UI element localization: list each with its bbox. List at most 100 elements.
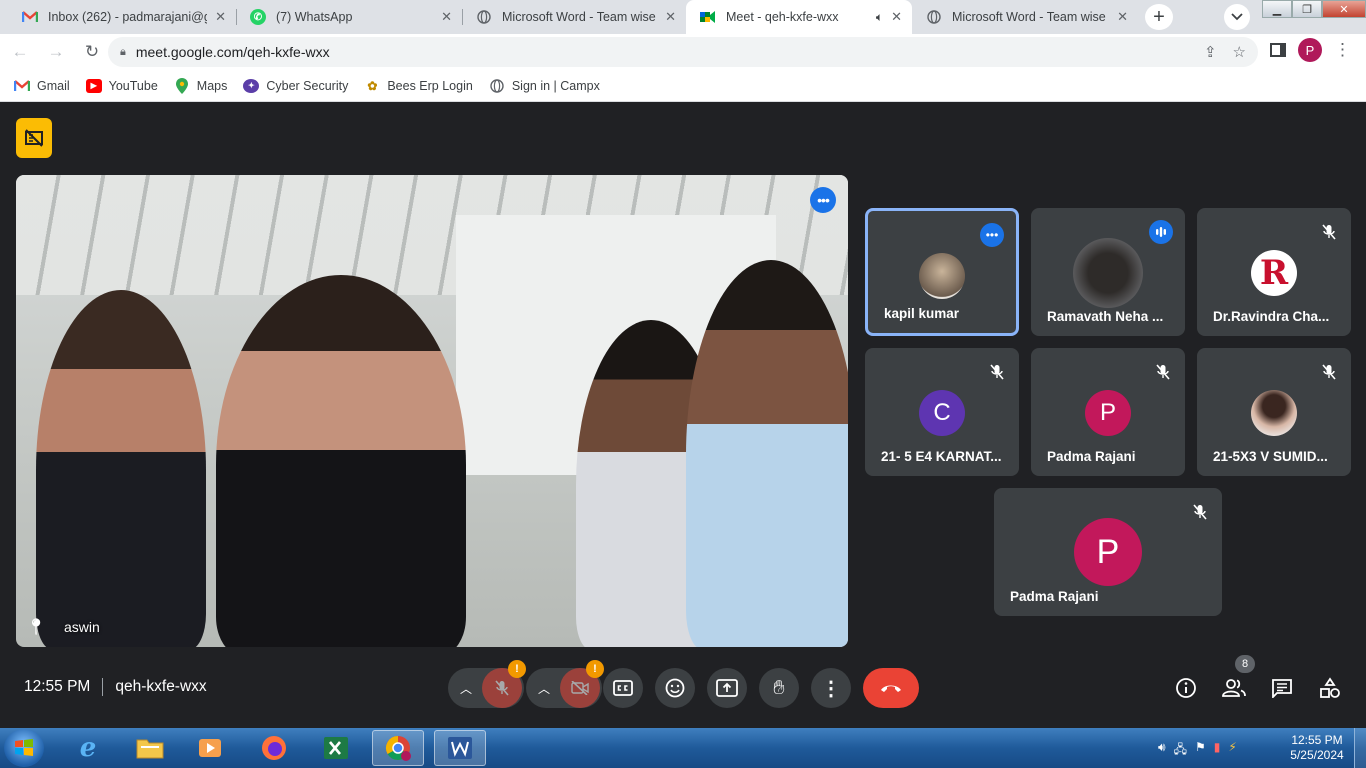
participant-tile[interactable]: ••• kapil kumar	[865, 208, 1019, 336]
speaking-icon	[1149, 220, 1173, 244]
browser-tab-strip: Inbox (262) - padmarajani@gm ✕ ✆ (7) Wha…	[0, 0, 1366, 34]
recording-indicator-button[interactable]	[16, 118, 52, 158]
chevron-up-icon[interactable]: ︿	[450, 680, 482, 697]
power-icon[interactable]: ⚡︎	[1228, 740, 1236, 761]
profile-avatar[interactable]: P	[1298, 38, 1322, 62]
tab-word-1[interactable]: Microsoft Word - Team wise Pr ✕	[462, 0, 686, 34]
more-options-icon[interactable]: •••	[980, 223, 1004, 247]
globe-icon	[489, 78, 505, 93]
participant-tile[interactable]: R Dr.Ravindra Cha...	[1197, 208, 1351, 336]
participant-tile[interactable]: C 21- 5 E4 KARNAT...	[865, 348, 1019, 476]
window-controls: ▁ ❐ ✕	[1262, 0, 1366, 18]
lock-icon: 🔒︎	[120, 45, 126, 58]
bookmark-maps[interactable]: Maps	[174, 77, 228, 94]
bookmark-campx[interactable]: Sign in | Campx	[489, 79, 600, 93]
bookmark-label: YouTube	[108, 78, 158, 93]
self-tile[interactable]: P Padma Rajani	[994, 488, 1222, 616]
taskbar-file-explorer[interactable]	[124, 730, 176, 766]
gmail-icon	[22, 9, 38, 25]
media-player-icon	[199, 739, 221, 757]
warning-badge: !	[586, 660, 604, 678]
clock-date: 5/25/2024	[1290, 748, 1344, 762]
browser-toolbar: ← → ↻ 🔒︎ meet.google.com/qeh-kxfe-wxx ⇪ …	[0, 34, 1366, 70]
close-window-button[interactable]: ✕	[1322, 0, 1366, 18]
taskbar-excel[interactable]	[310, 730, 362, 766]
tab-search-button[interactable]	[1224, 4, 1250, 30]
reload-button[interactable]: ↻	[76, 36, 108, 68]
camera-control[interactable]: ︿ !	[526, 660, 604, 708]
mic-off-icon	[1190, 502, 1210, 522]
bookmark-cyber-security[interactable]: ✦ Cyber Security	[243, 78, 349, 93]
pin-icon[interactable]: 📍︎	[26, 617, 46, 637]
mic-control[interactable]: ︿ !	[448, 660, 526, 708]
share-icon[interactable]: ⇪	[1204, 43, 1217, 61]
bookmark-label: Maps	[196, 78, 228, 93]
address-bar[interactable]: 🔒︎ meet.google.com/qeh-kxfe-wxx ⇪ ☆	[108, 37, 1258, 67]
action-center-flag-icon[interactable]: ⚑	[1195, 740, 1206, 761]
bookmark-youtube[interactable]: ▶ YouTube	[85, 78, 158, 93]
bookmark-label: Cyber Security	[266, 78, 349, 93]
bee-icon: ✿	[367, 78, 378, 93]
tab-meet[interactable]: Meet - qeh-kxfe-wxx 🔈︎ ✕	[686, 0, 912, 34]
activities-button[interactable]	[1318, 676, 1342, 700]
tab-whatsapp[interactable]: ✆ (7) WhatsApp ✕	[236, 0, 462, 34]
forward-button[interactable]: →	[40, 36, 72, 68]
taskbar-clock[interactable]: 12:55 PM 5/25/2024	[1284, 733, 1350, 763]
captions-button[interactable]	[603, 668, 643, 708]
close-tab-icon[interactable]: ✕	[441, 9, 452, 25]
start-button[interactable]	[4, 729, 44, 767]
chat-button[interactable]	[1270, 676, 1294, 700]
present-screen-button[interactable]	[707, 668, 747, 708]
bookmark-label: Sign in | Campx	[511, 78, 600, 93]
taskbar-firefox[interactable]	[248, 730, 300, 766]
maximize-button[interactable]: ❐	[1292, 0, 1322, 18]
participant-tile[interactable]: 21-5X3 V SUMID...	[1197, 348, 1351, 476]
taskbar-internet-explorer[interactable]: e	[62, 730, 114, 766]
minimize-button[interactable]: ▁	[1262, 0, 1292, 18]
close-tab-icon[interactable]: ✕	[891, 9, 902, 25]
meeting-time: 12:55 PM	[24, 678, 91, 695]
participant-tile[interactable]: P Padma Rajani	[1031, 348, 1185, 476]
taskbar-media-player[interactable]	[184, 730, 236, 766]
volume-icon[interactable]: 🔊︎	[1158, 740, 1166, 761]
gmail-icon	[14, 79, 30, 93]
more-options-icon[interactable]: •••	[810, 187, 836, 213]
participant-name: kapil kumar	[884, 306, 960, 321]
chevron-up-icon[interactable]: ︿	[528, 680, 560, 697]
firefox-icon	[262, 736, 286, 760]
battery-icon[interactable]: ▮	[1214, 740, 1221, 761]
tab-gmail[interactable]: Inbox (262) - padmarajani@gm ✕	[8, 0, 236, 34]
browser-menu-icon[interactable]: ⋮	[1334, 40, 1351, 60]
mic-off-icon	[1319, 222, 1339, 242]
meeting-details-button[interactable]	[1174, 676, 1198, 700]
participant-tile[interactable]: Ramavath Neha ...	[1031, 208, 1185, 336]
people-button[interactable]	[1222, 676, 1246, 700]
side-panel-icon[interactable]	[1270, 43, 1286, 57]
more-options-button[interactable]: ⋮	[811, 668, 851, 708]
network-icon[interactable]: 🖧	[1174, 740, 1187, 761]
speaker-icon[interactable]: 🔈︎	[876, 10, 883, 25]
raise-hand-button[interactable]: ✋︎	[759, 668, 799, 708]
windows-taskbar: e 🔊︎ 🖧 ⚑ ▮ ⚡︎ 12:55 PM 5/25/2024	[0, 728, 1366, 768]
bookmark-bees-erp[interactable]: ✿ Bees Erp Login	[364, 78, 473, 93]
participant-name: aswin	[64, 619, 100, 635]
meet-icon	[700, 9, 716, 25]
reactions-button[interactable]	[655, 668, 695, 708]
bookmark-gmail[interactable]: Gmail	[14, 79, 70, 93]
taskbar-chrome[interactable]	[372, 730, 424, 766]
end-call-icon	[881, 685, 901, 692]
back-button[interactable]: ←	[4, 36, 36, 68]
new-tab-button[interactable]: +	[1145, 4, 1173, 30]
close-tab-icon[interactable]: ✕	[665, 9, 676, 25]
bookmark-label: Gmail	[37, 78, 70, 93]
taskbar-word[interactable]	[434, 730, 486, 766]
show-desktop-button[interactable]	[1354, 728, 1366, 768]
bookmarks-bar: Gmail ▶ YouTube Maps ✦ Cyber Security ✿ …	[0, 70, 1366, 102]
main-video-tile[interactable]: ••• 📍︎ aswin	[16, 175, 848, 647]
tab-word-2[interactable]: Microsoft Word - Team wise Pr ✕	[912, 0, 1138, 34]
bookmark-star-icon[interactable]: ☆	[1233, 43, 1246, 61]
close-tab-icon[interactable]: ✕	[1117, 9, 1128, 25]
emoji-icon	[665, 678, 685, 698]
close-tab-icon[interactable]: ✕	[215, 9, 226, 25]
leave-call-button[interactable]	[863, 668, 919, 708]
